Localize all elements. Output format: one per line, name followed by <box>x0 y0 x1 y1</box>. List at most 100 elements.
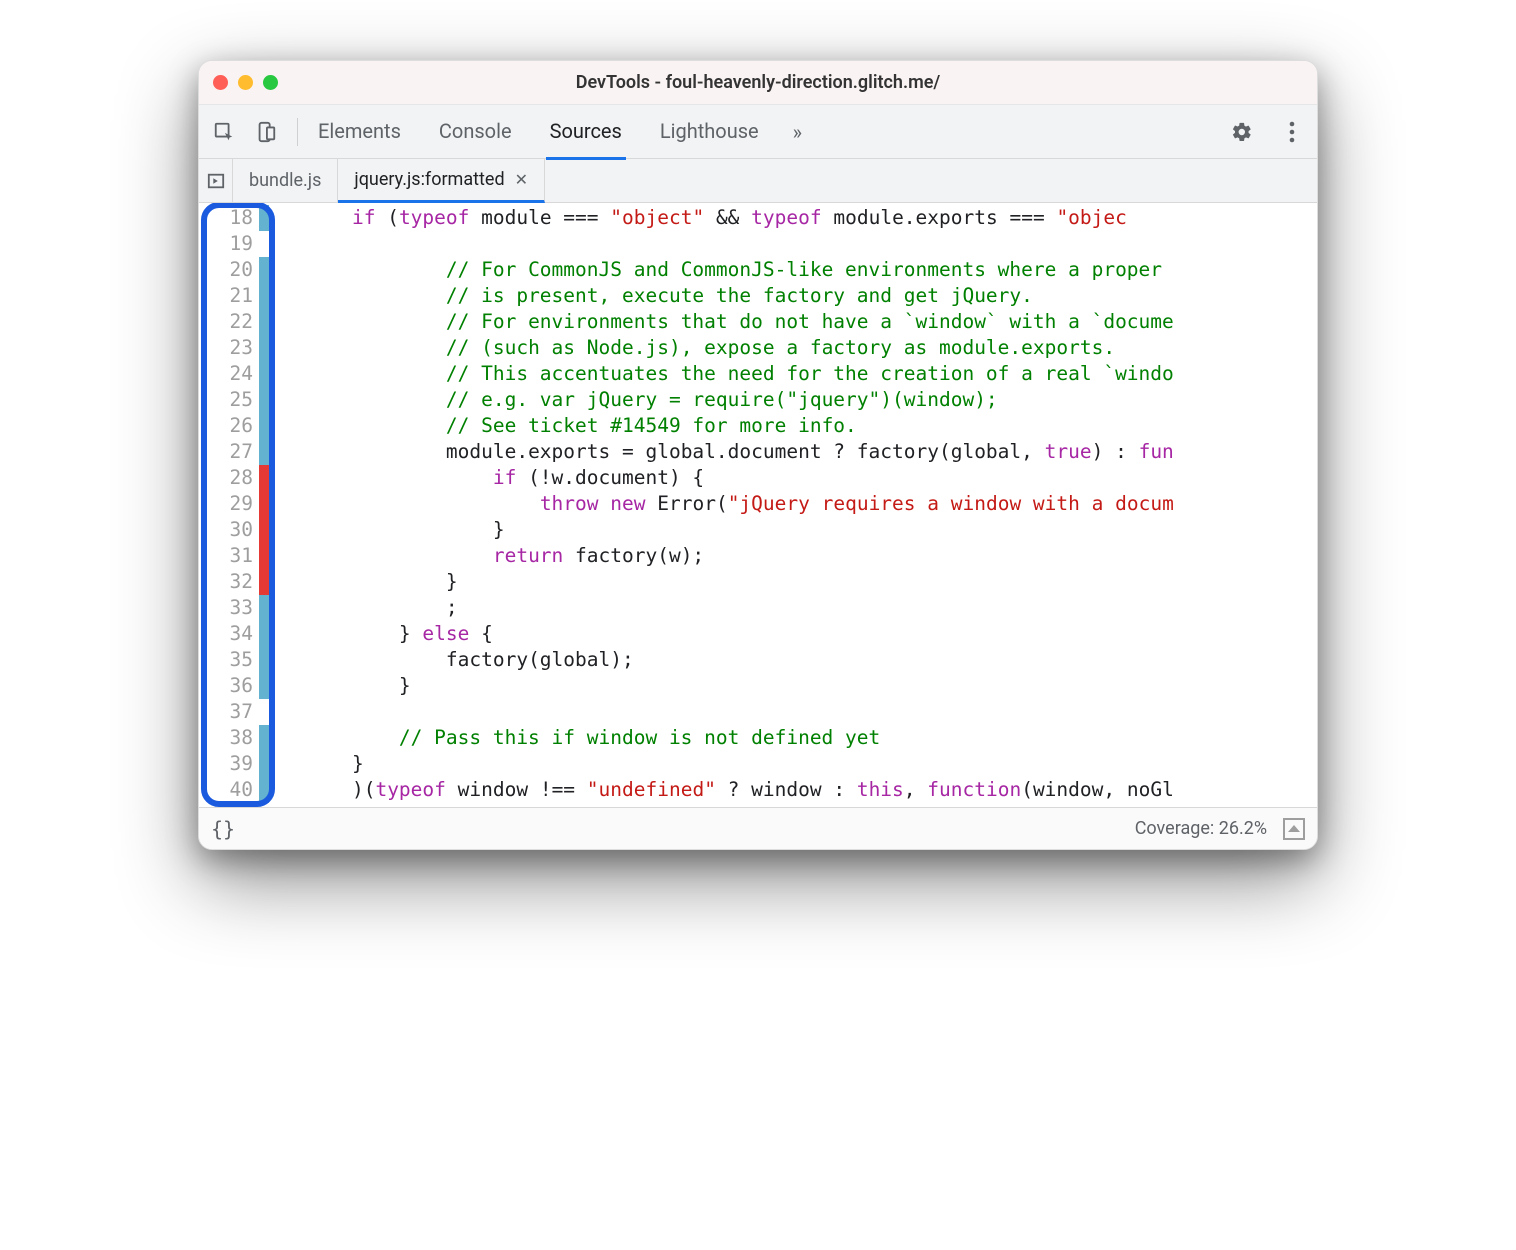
coverage-marker <box>259 673 269 699</box>
code-line[interactable]: if (typeof module === "object" && typeof… <box>305 205 1317 231</box>
gutter-line: 24 <box>199 361 275 387</box>
line-number: 21 <box>221 283 253 309</box>
code-line[interactable] <box>305 231 1317 257</box>
coverage-marker <box>259 595 269 621</box>
coverage-marker <box>259 777 269 803</box>
coverage-marker <box>259 647 269 673</box>
file-tab-label: bundle.js <box>249 170 321 191</box>
coverage-marker <box>259 257 269 283</box>
window-title: DevTools - foul-heavenly-direction.glitc… <box>199 72 1317 93</box>
code-line[interactable]: throw new Error("jQuery requires a windo… <box>305 491 1317 517</box>
titlebar: DevTools - foul-heavenly-direction.glitc… <box>199 61 1317 105</box>
kebab-menu-icon[interactable] <box>1277 117 1307 147</box>
gutter-line: 33 <box>199 595 275 621</box>
line-number: 28 <box>221 465 253 491</box>
code-line[interactable] <box>305 699 1317 725</box>
gutter-line: 34 <box>199 621 275 647</box>
code-line[interactable]: } <box>305 751 1317 777</box>
maximize-window-button[interactable] <box>263 75 278 90</box>
main-toolbar: Elements Console Sources Lighthouse » <box>199 105 1317 159</box>
pretty-print-button[interactable]: {} <box>211 817 235 841</box>
drawer-toggle-icon[interactable] <box>1283 818 1305 840</box>
line-number: 20 <box>221 257 253 283</box>
tab-console[interactable]: Console <box>435 105 516 160</box>
code-content[interactable]: if (typeof module === "object" && typeof… <box>275 203 1317 807</box>
settings-icon[interactable] <box>1227 117 1257 147</box>
gutter-line: 36 <box>199 673 275 699</box>
line-number: 30 <box>221 517 253 543</box>
coverage-marker <box>259 335 269 361</box>
line-number: 39 <box>221 751 253 777</box>
line-number: 19 <box>221 231 253 257</box>
gutter-line: 30 <box>199 517 275 543</box>
gutter-line: 23 <box>199 335 275 361</box>
line-number: 27 <box>221 439 253 465</box>
close-tab-icon[interactable]: ✕ <box>515 170 528 189</box>
gutter-line: 31 <box>199 543 275 569</box>
coverage-label: Coverage: 26.2% <box>1135 818 1267 839</box>
file-tabs: bundle.js jquery.js:formatted ✕ <box>199 159 1317 203</box>
code-line[interactable]: } else { <box>305 621 1317 647</box>
code-line[interactable]: // e.g. var jQuery = require("jquery")(w… <box>305 387 1317 413</box>
line-number: 38 <box>221 725 253 751</box>
tab-elements[interactable]: Elements <box>314 105 405 160</box>
line-number: 31 <box>221 543 253 569</box>
coverage-marker <box>259 621 269 647</box>
minimize-window-button[interactable] <box>238 75 253 90</box>
status-bar: {} Coverage: 26.2% <box>199 807 1317 849</box>
code-line[interactable]: // See ticket #14549 for more info. <box>305 413 1317 439</box>
code-line[interactable]: // For environments that do not have a `… <box>305 309 1317 335</box>
coverage-marker <box>259 751 269 777</box>
line-number: 40 <box>221 777 253 803</box>
coverage-marker <box>259 517 269 543</box>
code-line[interactable]: module.exports = global.document ? facto… <box>305 439 1317 465</box>
line-number: 37 <box>221 699 253 725</box>
navigator-toggle-icon[interactable] <box>199 159 233 202</box>
code-line[interactable]: if (!w.document) { <box>305 465 1317 491</box>
code-line[interactable]: // is present, execute the factory and g… <box>305 283 1317 309</box>
code-line[interactable]: ; <box>305 595 1317 621</box>
code-line[interactable]: factory(global); <box>305 647 1317 673</box>
code-line[interactable]: // Pass this if window is not defined ye… <box>305 725 1317 751</box>
inspect-element-icon[interactable] <box>209 117 239 147</box>
coverage-marker <box>259 491 269 517</box>
devtools-window: DevTools - foul-heavenly-direction.glitc… <box>198 60 1318 850</box>
code-line[interactable]: return factory(w); <box>305 543 1317 569</box>
code-line[interactable]: } <box>305 517 1317 543</box>
coverage-marker <box>259 543 269 569</box>
coverage-marker <box>259 283 269 309</box>
coverage-marker <box>259 725 269 751</box>
code-line[interactable]: )(typeof window !== "undefined" ? window… <box>305 777 1317 803</box>
gutter-line: 21 <box>199 283 275 309</box>
device-toolbar-icon[interactable] <box>251 117 281 147</box>
coverage-marker <box>259 205 269 231</box>
code-line[interactable]: // This accentuates the need for the cre… <box>305 361 1317 387</box>
code-line[interactable]: // For CommonJS and CommonJS-like enviro… <box>305 257 1317 283</box>
gutter-line: 28 <box>199 465 275 491</box>
code-line[interactable]: } <box>305 673 1317 699</box>
line-number: 33 <box>221 595 253 621</box>
gutter-line: 38 <box>199 725 275 751</box>
close-window-button[interactable] <box>213 75 228 90</box>
code-line[interactable]: } <box>305 569 1317 595</box>
gutter-line: 27 <box>199 439 275 465</box>
gutter-line: 40 <box>199 777 275 803</box>
coverage-marker <box>259 361 269 387</box>
tab-lighthouse[interactable]: Lighthouse <box>656 105 763 160</box>
coverage-marker <box>259 387 269 413</box>
gutter-line: 19 <box>199 231 275 257</box>
file-tab-jquery[interactable]: jquery.js:formatted ✕ <box>338 159 545 203</box>
line-number: 18 <box>221 205 253 231</box>
coverage-marker <box>259 465 269 491</box>
gutter-line: 18 <box>199 205 275 231</box>
panel-tabs: Elements Console Sources Lighthouse » <box>314 105 1215 159</box>
line-number: 22 <box>221 309 253 335</box>
line-number: 32 <box>221 569 253 595</box>
file-tab-bundle[interactable]: bundle.js <box>233 159 338 202</box>
tab-sources[interactable]: Sources <box>546 105 626 160</box>
gutter-line: 35 <box>199 647 275 673</box>
more-tabs-button[interactable]: » <box>793 120 802 144</box>
code-editor[interactable]: 1819202122232425262728293031323334353637… <box>199 203 1317 807</box>
code-line[interactable]: // (such as Node.js), expose a factory a… <box>305 335 1317 361</box>
coverage-marker <box>259 231 269 257</box>
